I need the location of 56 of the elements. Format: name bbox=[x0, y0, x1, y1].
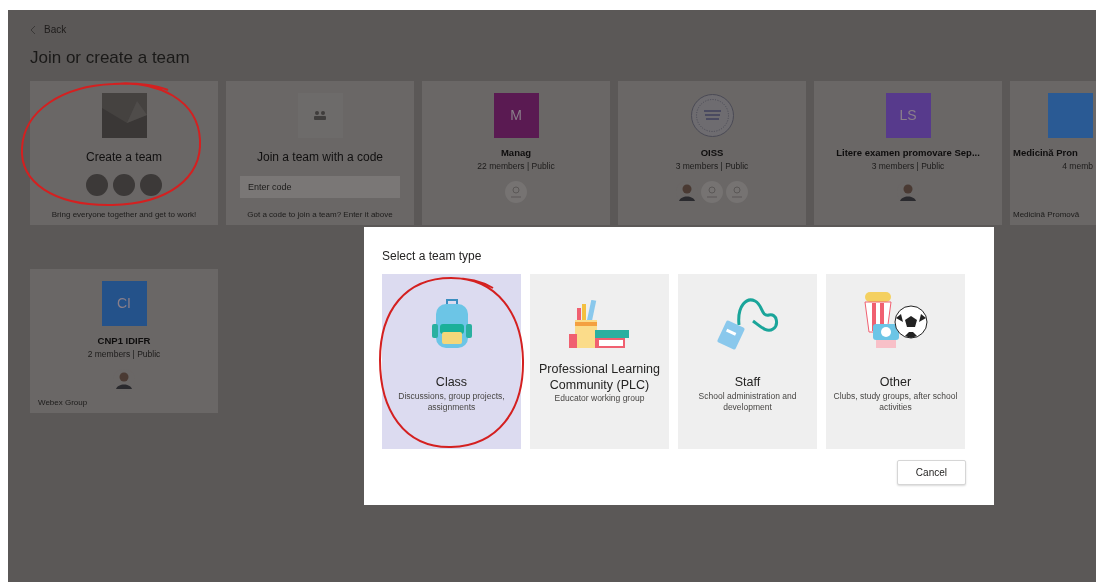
page-title: Join or create a team bbox=[30, 47, 191, 69]
create-team-icon bbox=[101, 92, 147, 138]
team-meta: 4 memb bbox=[1062, 159, 1093, 173]
default-avatar-icon bbox=[726, 180, 748, 203]
popcorn-camera-ball-icon bbox=[862, 292, 929, 350]
team-name: OISS bbox=[700, 145, 724, 160]
back-link[interactable]: Back bbox=[30, 22, 67, 37]
team-name: Litere examen promovare Sep... bbox=[836, 145, 980, 160]
team-tile: M bbox=[493, 92, 539, 138]
type-title: Class bbox=[435, 375, 468, 391]
id-badge-lanyard-icon bbox=[716, 295, 779, 350]
type-description: School administration and development bbox=[697, 390, 798, 413]
team-card[interactable]: Join a team with a code Enter code Got a code to join a team? Enter it above bbox=[226, 80, 414, 225]
card-title: Create a team bbox=[85, 148, 162, 166]
default-avatar-icon bbox=[505, 180, 527, 203]
team-tile: LS bbox=[885, 92, 931, 138]
card-description: Got a code to join a team? Enter it above bbox=[247, 208, 393, 221]
type-description: Discussions, group projects, assignments bbox=[397, 390, 506, 413]
team-card[interactable]: Medicină Pron 4 memb Medicină Promovă bbox=[1010, 80, 1096, 225]
team-name: Medicină Pron bbox=[1013, 145, 1078, 160]
avatar-placeholder bbox=[113, 173, 135, 196]
cancel-button[interactable]: Cancel bbox=[896, 460, 966, 485]
team-name: Manag bbox=[500, 145, 532, 160]
dialog-title: Select a team type bbox=[382, 248, 483, 265]
team-type-tile[interactable]: Professional Learning Community (PLC) Educator working group bbox=[530, 274, 669, 449]
code-input-field[interactable]: Enter code bbox=[240, 175, 400, 198]
team-description: Webex Group bbox=[38, 396, 88, 409]
type-description: Educator working group bbox=[554, 393, 645, 405]
chevron-left-icon bbox=[30, 24, 36, 35]
team-card[interactable]: M Manag 22 members | Public bbox=[422, 80, 610, 225]
card-title: Join a team with a code bbox=[256, 148, 384, 166]
team-name: CNP1 IDIFR bbox=[97, 333, 151, 348]
team-card[interactable]: CI CNP1 IDIFR 2 members | Public Webex Group bbox=[30, 268, 218, 413]
team-meta: 3 members | Public bbox=[675, 159, 749, 173]
card-description: Bring everyone together and get to work! bbox=[51, 208, 197, 221]
avatar-placeholder bbox=[86, 173, 108, 196]
team-card[interactable]: LS Litere examen promovare Sep... 3 members | Public bbox=[814, 80, 1002, 225]
avatar-placeholder bbox=[140, 173, 162, 196]
type-title: Staff bbox=[734, 375, 761, 391]
team-meta: 22 members | Public bbox=[477, 159, 555, 173]
team-meta: 3 members | Public bbox=[871, 159, 945, 173]
default-avatar-icon bbox=[701, 180, 723, 203]
team-meta: 2 members | Public bbox=[87, 347, 161, 361]
team-type-tile[interactable]: Class Discussions, group projects, assignments bbox=[382, 274, 521, 449]
team-tile: CI bbox=[101, 280, 147, 326]
team-card[interactable]: OISS 3 members | Public bbox=[618, 80, 806, 225]
team-description: Medicină Promovă bbox=[1013, 208, 1080, 221]
team-card[interactable]: Create a team Bring everyone together and get to work! bbox=[30, 80, 218, 225]
team-type-tile[interactable]: Staff School administration and development bbox=[678, 274, 817, 449]
type-title: Other bbox=[879, 375, 912, 391]
type-description: Clubs, study groups, after school activities bbox=[832, 390, 959, 413]
pencil-cup-books-icon bbox=[568, 300, 631, 350]
team-type-tile[interactable]: Other Clubs, study groups, after school activities bbox=[826, 274, 965, 449]
backpack-icon bbox=[431, 298, 472, 350]
people-icon bbox=[313, 110, 327, 120]
type-title: Professional Learning Community (PLC) bbox=[538, 362, 661, 394]
